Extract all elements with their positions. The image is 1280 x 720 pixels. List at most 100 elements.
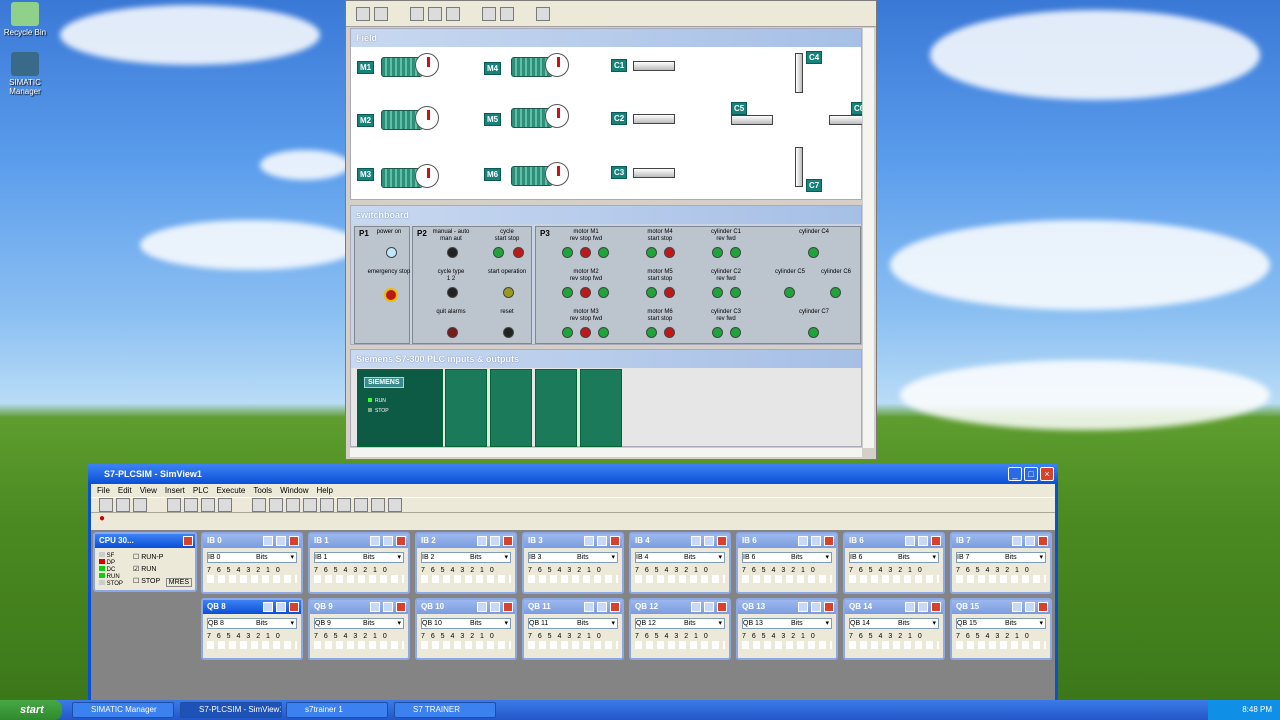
motor-m5-start-button[interactable] bbox=[646, 287, 657, 298]
cylinder-c1-fwd-button[interactable] bbox=[730, 247, 741, 258]
minimize-icon[interactable] bbox=[1012, 602, 1022, 612]
toolbar-button[interactable] bbox=[536, 6, 550, 21]
motor-m4[interactable] bbox=[511, 53, 569, 79]
help-icon[interactable] bbox=[218, 498, 232, 512]
cylinder-c1[interactable] bbox=[633, 61, 675, 71]
close-icon[interactable] bbox=[824, 602, 834, 612]
chevron-down-icon[interactable]: ▾ bbox=[611, 619, 615, 628]
bit-checkboxes[interactable] bbox=[207, 575, 297, 583]
close-icon[interactable] bbox=[396, 602, 406, 612]
address-field[interactable]: QB 14 Bits ▾ bbox=[849, 618, 939, 629]
motor-m6[interactable] bbox=[511, 162, 569, 188]
chevron-down-icon[interactable]: ▾ bbox=[397, 553, 401, 562]
chevron-down-icon[interactable]: ▾ bbox=[611, 553, 615, 562]
minimize-icon[interactable] bbox=[584, 536, 594, 546]
maximize-icon[interactable] bbox=[704, 602, 714, 612]
address-field[interactable]: QB 15 Bits ▾ bbox=[956, 618, 1046, 629]
breakpoint-icon[interactable]: ● bbox=[99, 513, 105, 524]
address-field[interactable]: IB 3 Bits ▾ bbox=[528, 552, 618, 563]
maximize-icon[interactable] bbox=[1025, 536, 1035, 546]
close-icon[interactable] bbox=[396, 536, 406, 546]
cylinder-c2-fwd-button[interactable] bbox=[730, 287, 741, 298]
close-icon[interactable] bbox=[503, 536, 513, 546]
toolbar-button[interactable] bbox=[303, 498, 317, 512]
trainer-vertical-scrollbar[interactable] bbox=[862, 28, 874, 448]
maximize-icon[interactable] bbox=[918, 536, 928, 546]
toolbar-button[interactable] bbox=[184, 498, 198, 512]
open-icon[interactable] bbox=[116, 498, 130, 512]
address-field[interactable]: IB 6 Bits ▾ bbox=[742, 552, 832, 563]
new-icon[interactable] bbox=[99, 498, 113, 512]
mres-button[interactable]: MRES bbox=[165, 578, 192, 587]
motor-m3-fwd-button[interactable] bbox=[598, 327, 609, 338]
chevron-down-icon[interactable]: ▾ bbox=[290, 619, 294, 628]
motor-m4-start-button[interactable] bbox=[646, 247, 657, 258]
toolbar-button[interactable] bbox=[252, 498, 266, 512]
bit-checkboxes[interactable] bbox=[528, 641, 618, 649]
address-field[interactable]: IB 0 Bits ▾ bbox=[207, 552, 297, 563]
chevron-down-icon[interactable]: ▾ bbox=[504, 553, 508, 562]
motor-m1-fwd-button[interactable] bbox=[598, 247, 609, 258]
format-select[interactable]: Bits bbox=[470, 619, 482, 628]
address-field[interactable]: QB 10 Bits ▾ bbox=[421, 618, 511, 629]
chevron-down-icon[interactable]: ▾ bbox=[932, 619, 936, 628]
cylinder-c3-rev-button[interactable] bbox=[712, 327, 723, 338]
close-button[interactable]: × bbox=[1040, 467, 1054, 481]
minimize-icon[interactable] bbox=[798, 536, 808, 546]
cylinder-c5[interactable] bbox=[731, 115, 773, 125]
format-select[interactable]: Bits bbox=[577, 553, 589, 562]
maximize-icon[interactable] bbox=[597, 602, 607, 612]
cylinder-c2[interactable] bbox=[633, 114, 675, 124]
chevron-down-icon[interactable]: ▾ bbox=[504, 619, 508, 628]
stop-checkbox[interactable]: ☐ STOP bbox=[133, 576, 163, 588]
motor-m5-stop-button[interactable] bbox=[664, 287, 675, 298]
trainer-horizontal-scrollbar[interactable] bbox=[350, 447, 862, 457]
minimize-icon[interactable] bbox=[263, 602, 273, 612]
motor-m2[interactable] bbox=[381, 106, 439, 132]
address-field[interactable]: QB 13 Bits ▾ bbox=[742, 618, 832, 629]
toolbar-button[interactable] bbox=[354, 498, 368, 512]
close-icon[interactable] bbox=[289, 602, 299, 612]
reset-button[interactable] bbox=[503, 327, 514, 338]
minimize-icon[interactable] bbox=[905, 602, 915, 612]
toolbar-button[interactable] bbox=[269, 498, 283, 512]
toolbar-button[interactable] bbox=[286, 498, 300, 512]
format-select[interactable]: Bits bbox=[1005, 553, 1017, 562]
minimize-icon[interactable] bbox=[1012, 536, 1022, 546]
address-field[interactable]: IB 7 Bits ▾ bbox=[956, 552, 1046, 563]
run-p-checkbox[interactable]: ☐ RUN-P bbox=[133, 552, 163, 564]
motor-m2-stop-button[interactable] bbox=[580, 287, 591, 298]
taskbar-simatic-manager[interactable]: SIMATIC Manager bbox=[72, 702, 174, 718]
minimize-icon[interactable] bbox=[691, 602, 701, 612]
maximize-icon[interactable] bbox=[704, 536, 714, 546]
cylinder-c2-rev-button[interactable] bbox=[712, 287, 723, 298]
cylinder-c4-button[interactable] bbox=[808, 247, 819, 258]
motor-m6-start-button[interactable] bbox=[646, 327, 657, 338]
maximize-icon[interactable] bbox=[811, 602, 821, 612]
toolbar-button[interactable] bbox=[482, 6, 496, 21]
minimize-icon[interactable] bbox=[370, 602, 380, 612]
format-select[interactable]: Bits bbox=[898, 553, 910, 562]
bit-checkboxes[interactable] bbox=[314, 575, 404, 583]
close-icon[interactable] bbox=[824, 536, 834, 546]
motor-m2-rev-button[interactable] bbox=[562, 287, 573, 298]
format-select[interactable]: Bits bbox=[256, 619, 268, 628]
format-select[interactable]: Bits bbox=[898, 619, 910, 628]
close-icon[interactable] bbox=[717, 602, 727, 612]
close-icon[interactable] bbox=[931, 602, 941, 612]
cylinder-c3-fwd-button[interactable] bbox=[730, 327, 741, 338]
motor-m1[interactable] bbox=[381, 53, 439, 79]
emergency-stop-button[interactable] bbox=[384, 288, 398, 302]
menu-view[interactable]: View bbox=[140, 484, 157, 497]
start-button[interactable]: start bbox=[0, 700, 62, 720]
cylinder-c7[interactable] bbox=[795, 147, 803, 187]
close-icon[interactable] bbox=[610, 536, 620, 546]
maximize-icon[interactable] bbox=[597, 536, 607, 546]
minimize-icon[interactable] bbox=[370, 536, 380, 546]
chevron-down-icon[interactable]: ▾ bbox=[718, 553, 722, 562]
close-icon[interactable] bbox=[1038, 536, 1048, 546]
format-select[interactable]: Bits bbox=[684, 553, 696, 562]
chevron-down-icon[interactable]: ▾ bbox=[932, 553, 936, 562]
maximize-icon[interactable] bbox=[490, 536, 500, 546]
chevron-down-icon[interactable]: ▾ bbox=[718, 619, 722, 628]
